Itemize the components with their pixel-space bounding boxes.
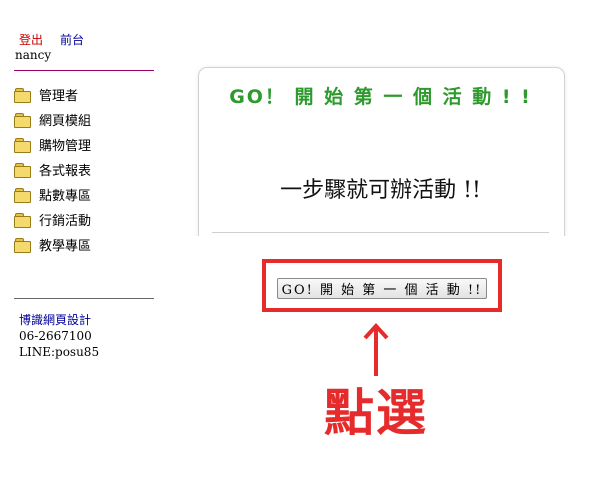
sidebar-item-label: 各式報表: [39, 164, 92, 179]
logout-link[interactable]: 登出: [19, 31, 43, 48]
company-link[interactable]: 博識網頁設計: [19, 311, 91, 328]
sidebar-item-web-modules[interactable]: 網頁模組: [14, 107, 164, 132]
folder-icon: [14, 187, 31, 203]
sidebar-item-admin[interactable]: 管理者: [14, 82, 164, 107]
sidebar-item-label: 教學專區: [39, 239, 92, 254]
sidebar-item-reports[interactable]: 各式報表: [14, 157, 164, 182]
phone-number: 06-2667100: [19, 329, 92, 343]
folder-icon: [14, 237, 31, 253]
sidebar-item-points[interactable]: 點數專區: [14, 182, 164, 207]
sidebar-item-label: 管理者: [39, 89, 79, 104]
sidebar-item-tutorials[interactable]: 教學專區: [14, 232, 164, 257]
sidebar-menu: 管理者 網頁模組 購物管理 各式報表 點數專區 行銷活動 教學專區: [14, 82, 164, 257]
sidebar-item-label: 購物管理: [39, 139, 92, 154]
up-arrow-icon: [363, 323, 389, 376]
footer-divider: [14, 298, 154, 299]
folder-icon: [14, 212, 31, 228]
frontend-link[interactable]: 前台: [60, 31, 84, 48]
card-title: GO！ 開 始 第 一 個 活 動 ! !: [229, 86, 532, 108]
sidebar-item-shopping[interactable]: 購物管理: [14, 132, 164, 157]
click-callout: 點選: [324, 384, 428, 442]
folder-icon: [14, 87, 31, 103]
sidebar-item-label: 行銷活動: [39, 214, 92, 229]
sidebar-item-label: 點數專區: [39, 189, 92, 204]
line-id: LINE:posu85: [19, 345, 100, 359]
folder-icon: [14, 162, 31, 178]
sidebar-item-label: 網頁模組: [39, 114, 92, 129]
folder-icon: [14, 112, 31, 128]
start-activity-button[interactable]: GO! 開 始 第 一 個 活 動 !!: [277, 278, 487, 299]
sidebar-divider: [14, 70, 154, 71]
folder-icon: [14, 137, 31, 153]
username: nancy: [15, 48, 52, 62]
card-divider: [212, 232, 549, 233]
sidebar-item-marketing[interactable]: 行銷活動: [14, 207, 164, 232]
card-subtitle: 一步驟就可辦活動 !!: [280, 178, 481, 203]
